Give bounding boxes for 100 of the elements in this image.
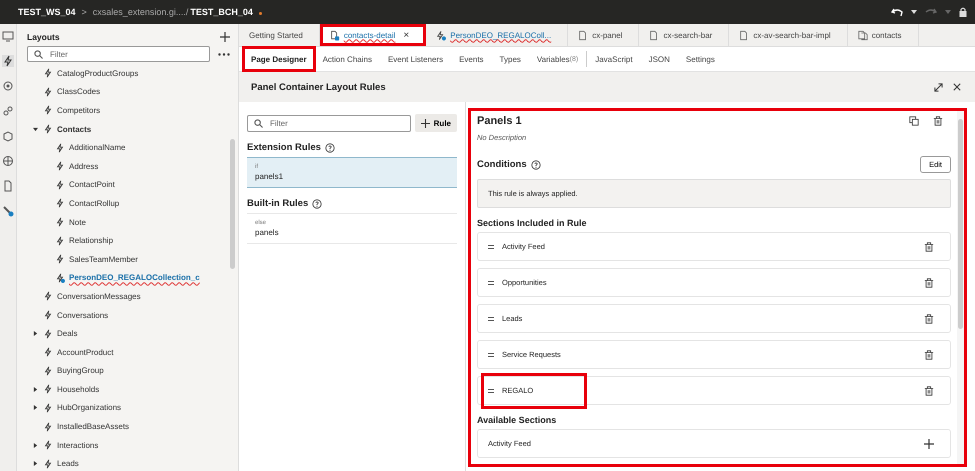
collapsed-caret-icon[interactable] [32,386,38,392]
tree-item[interactable]: BuyingGroup [57,366,104,376]
help-icon[interactable] [312,198,322,208]
designer-tab[interactable]: Event Listeners [380,47,452,71]
tree-item[interactable]: ConversationMessages [57,292,141,301]
lightning-icon [43,402,53,413]
delete-icon[interactable] [924,350,934,360]
add-icon[interactable] [924,438,934,448]
tree-item[interactable]: AccountProduct [57,348,114,357]
tree-item[interactable]: Households [57,384,100,394]
designer-tab[interactable]: Settings [678,47,723,71]
help-icon[interactable] [324,142,335,152]
tree-item[interactable]: Interactions [57,440,98,450]
close-tab-button[interactable]: × [403,30,410,40]
tree-item[interactable]: Conversations [57,310,108,320]
designer-tab[interactable]: JSON [640,47,678,71]
tree-item[interactable]: ContactPoint [69,180,115,190]
delete-icon[interactable] [924,314,934,324]
scrollbar-thumb[interactable] [230,139,235,269]
tree-item[interactable]: ClassCodes [57,87,100,96]
delete-icon[interactable] [924,278,934,288]
drag-handle-icon[interactable] [488,244,494,248]
linked-lightning-icon [55,272,65,283]
collapsed-caret-icon[interactable] [32,442,38,448]
help-icon[interactable] [530,160,541,170]
delete-icon[interactable] [924,386,934,396]
designer-tab[interactable]: Types [492,47,529,71]
drag-handle-icon[interactable] [488,280,494,284]
workspace-name[interactable]: TEST_WS_04 [18,7,76,17]
rule-filter-field[interactable]: Filter [247,114,411,132]
editor-title: Panel Container Layout Rules [251,82,386,92]
rule-name: panels [255,228,280,237]
editor-tab[interactable]: contacts-detail × [320,24,426,46]
lock-icon[interactable] [959,7,967,17]
document-icon [330,30,340,40]
caret-icon[interactable] [911,10,917,14]
document-icon[interactable] [2,180,14,192]
collapsed-caret-icon[interactable] [32,331,38,336]
tree-item[interactable]: Competitors [57,106,100,115]
lightning-icon [55,254,65,264]
link-icon[interactable] [2,105,14,117]
editor-tab[interactable]: cx-panel [568,24,640,46]
globe-icon[interactable] [2,155,14,167]
rule-group-title: Built-in Rules [247,198,308,209]
tree-item[interactable]: Contacts [57,124,92,134]
lightning-icon[interactable] [2,55,14,67]
filter-field[interactable]: Filter [27,46,210,62]
close-icon[interactable] [953,83,961,91]
monitor-icon[interactable] [2,30,14,42]
designer-tab[interactable]: Page Designer [243,47,315,71]
tree-item[interactable]: HubOrganizations [57,403,122,412]
tree-item[interactable]: InstalledBaseAssets [57,422,130,432]
collapsed-caret-icon[interactable] [32,405,38,410]
document-icon [578,30,588,40]
delete-icon[interactable] [933,116,943,126]
target-icon[interactable] [2,80,14,92]
designer-tab[interactable]: Action Chains [314,47,380,71]
cube-icon[interactable] [2,130,14,142]
search-icon [34,50,43,59]
tree-item[interactable]: Leads [57,459,79,468]
lightning-icon [43,422,53,432]
add-icon[interactable] [220,32,230,42]
designer-tab[interactable]: JavaScript [586,51,641,67]
repository-path[interactable]: cxsales_extension.gi..../ [92,7,188,17]
drag-handle-icon[interactable] [488,316,494,320]
tree-item[interactable]: Address [69,162,98,171]
collapsed-caret-icon[interactable] [32,461,38,466]
drag-handle-icon[interactable] [488,388,494,392]
lightning-icon [43,440,53,450]
tree-item[interactable]: Relationship [69,236,114,246]
duplicate-icon[interactable] [909,116,919,126]
undo-icon[interactable] [891,7,903,17]
tree-item[interactable]: ContactRollup [69,198,120,208]
editor-tab[interactable]: cx-search-bar [639,24,730,46]
tree-item[interactable]: CatalogProductGroups [57,68,138,78]
expanded-caret-icon[interactable] [32,126,38,132]
search-icon [254,118,263,128]
lightning-icon [43,124,53,134]
branch-name[interactable]: TEST_BCH_04 [190,7,253,17]
designer-tab[interactable]: Events [451,47,492,71]
rule-group-title: Extension Rules [247,142,321,153]
editor-tab[interactable]: PersonDEO_REGALOColl... [426,24,568,46]
editor-tab[interactable]: contacts [848,24,918,46]
add-rule-button[interactable]: Rule [414,114,457,132]
tree-item[interactable]: PersonDEO_REGALOCollection_c [69,273,200,282]
lightning-icon [55,236,65,246]
sections-heading: Sections Included in Rule [477,218,588,228]
tree-item[interactable]: AdditionalName [69,143,126,152]
lightning-icon [55,198,65,208]
expand-icon[interactable] [934,82,943,92]
more-icon[interactable] [218,52,230,56]
editor-tab[interactable]: cx-av-search-bar-impl [729,24,848,46]
scrollbar-thumb[interactable] [958,119,963,329]
tree-item[interactable]: SalesTeamMember [69,254,138,264]
tree-item[interactable]: Deals [57,329,78,338]
tree-item[interactable]: Note [69,218,86,227]
lightning-icon [43,384,53,394]
lightning-icon [55,180,65,190]
drag-handle-icon[interactable] [488,352,494,356]
delete-icon[interactable] [924,242,934,252]
